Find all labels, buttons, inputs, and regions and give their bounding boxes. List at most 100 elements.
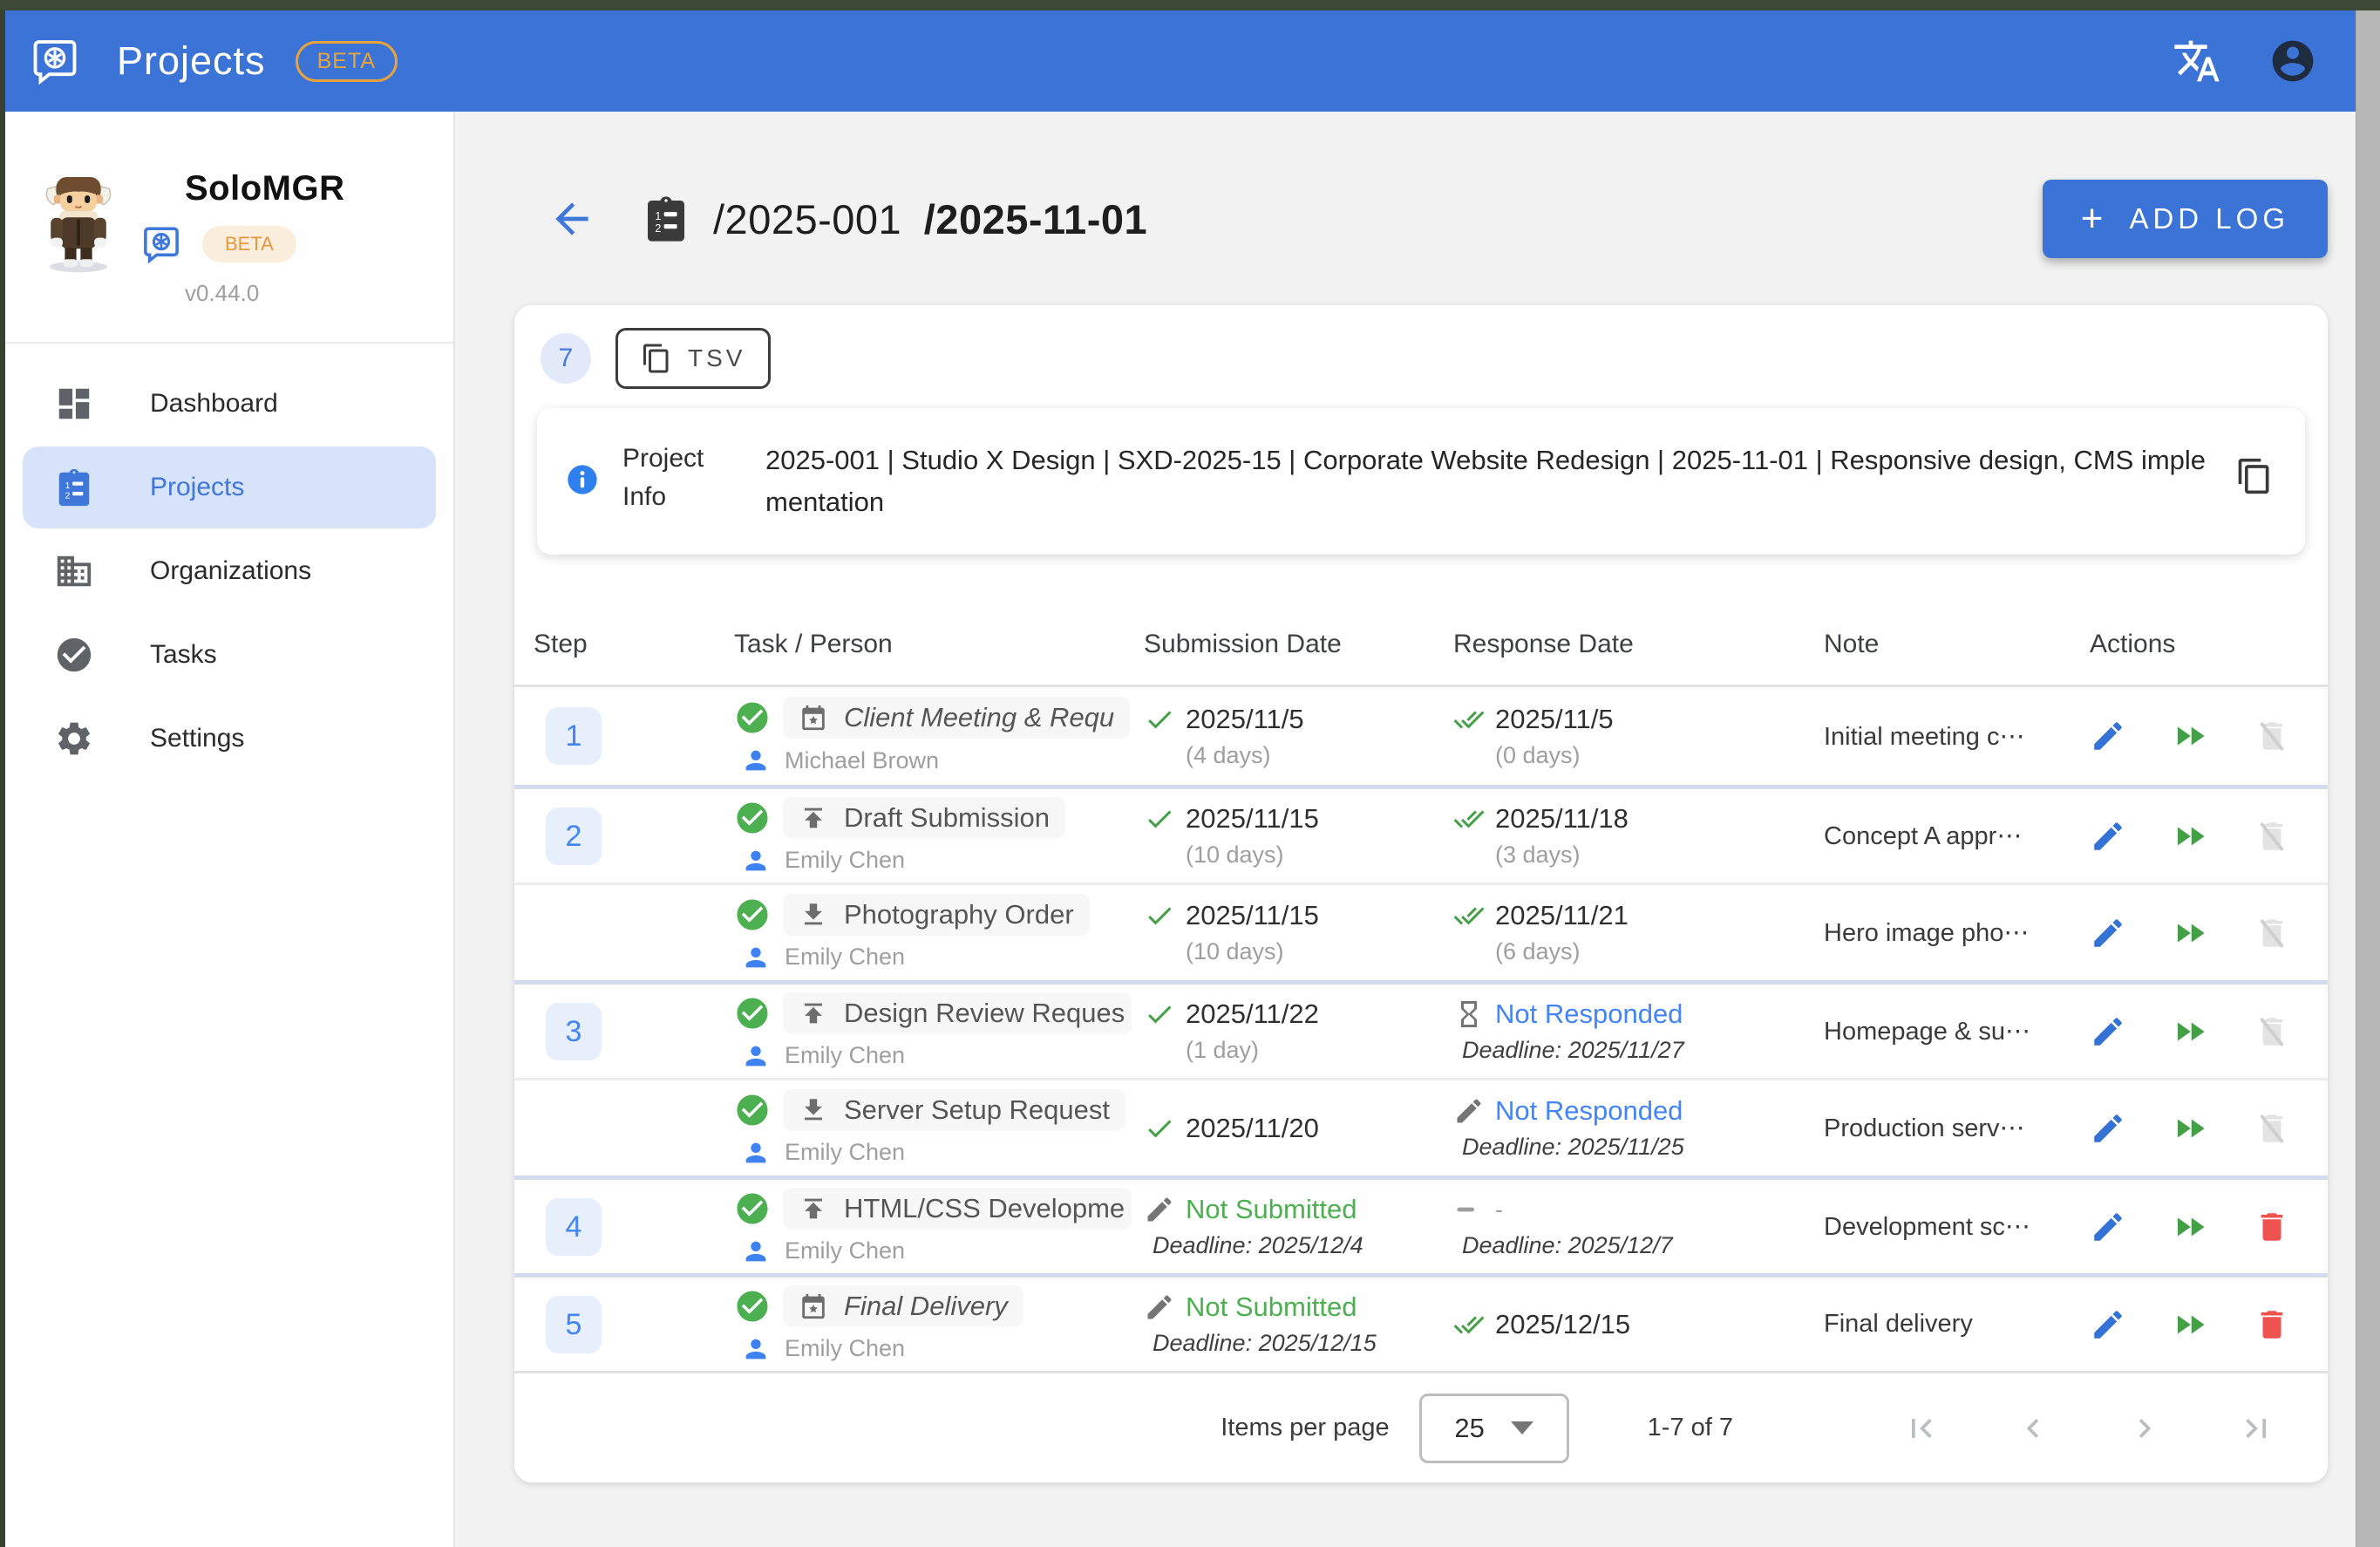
copy-tsv-button[interactable]: TSV — [615, 328, 771, 389]
fast-forward-button[interactable] — [2172, 1209, 2208, 1245]
edit-button[interactable] — [2090, 915, 2126, 951]
status-deadline: Deadline: 2025/12/7 — [1462, 1232, 1824, 1259]
task-complete-icon — [734, 699, 771, 736]
breadcrumb-log: /2025-11-01 — [924, 196, 1147, 242]
last-page-button[interactable] — [2237, 1409, 2275, 1448]
row-count-badge: 7 — [541, 333, 591, 384]
fast-forward-button[interactable] — [2172, 818, 2208, 855]
double-check-icon — [1453, 704, 1485, 735]
svg-text:2: 2 — [655, 222, 661, 235]
edit-button[interactable] — [2090, 1306, 2126, 1343]
submission-cell: Not Submitted Deadline: 2025/12/15 — [1144, 1291, 1453, 1357]
project-info-panel: Project Info 2025-001 | Studio X Design … — [537, 408, 2305, 555]
pencil-status-icon — [1144, 1291, 1175, 1323]
upload-icon — [799, 803, 828, 833]
edit-button[interactable] — [2090, 1013, 2126, 1050]
edit-button[interactable] — [2090, 1110, 2126, 1147]
step-cell: 2 — [534, 808, 734, 865]
task-chip[interactable]: Design Review Reques — [783, 992, 1132, 1034]
fast-forward-button[interactable] — [2172, 1306, 2208, 1343]
window-left-edge — [0, 0, 5, 1547]
note-cell: Initial meeting c⋯ — [1824, 721, 2090, 752]
items-per-page-select[interactable]: 25 — [1419, 1394, 1569, 1463]
breadcrumb-project[interactable]: /2025-001 — [713, 196, 901, 242]
fast-forward-button[interactable] — [2172, 1110, 2208, 1147]
sidebar-item-settings[interactable]: Settings — [23, 698, 436, 780]
response-cell: 2025/11/21 (6 days) — [1453, 900, 1824, 965]
double-check-icon — [1453, 900, 1485, 931]
app-name: SoloMGR — [185, 169, 344, 208]
actions-cell — [2090, 915, 2328, 951]
task-chip[interactable]: HTML/CSS Developme — [783, 1188, 1132, 1230]
task-chip[interactable]: Draft Submission — [783, 797, 1065, 839]
col-step: Step — [534, 630, 734, 659]
page-title: Projects — [117, 38, 266, 84]
table-pagination: Items per page 25 1-7 of 7 — [514, 1371, 2328, 1482]
status-deadline: Deadline: 2025/11/27 — [1462, 1037, 1824, 1064]
task-name: Server Setup Request — [844, 1094, 1110, 1126]
sidebar-item-tasks[interactable]: Tasks — [23, 614, 436, 696]
task-name: Client Meeting & Requ — [844, 702, 1114, 733]
status-date: 2025/11/5 — [1186, 704, 1304, 735]
prev-page-button[interactable] — [2014, 1409, 2052, 1448]
status-days: (10 days) — [1186, 938, 1453, 965]
person-name: Emily Chen — [785, 1335, 905, 1362]
submission-cell: 2025/11/5 (4 days) — [1144, 704, 1453, 769]
task-chip[interactable]: Photography Order — [783, 894, 1090, 936]
status-label: - — [1495, 1196, 1503, 1223]
sidebar-item-dashboard[interactable]: Dashboard — [23, 363, 436, 445]
fast-forward-button[interactable] — [2172, 718, 2208, 754]
pencil-status-icon — [1144, 1194, 1175, 1225]
task-chip[interactable]: Final Delivery — [783, 1285, 1023, 1327]
col-actions: Actions — [2090, 630, 2309, 659]
status-days: (4 days) — [1186, 742, 1453, 769]
check-icon — [1144, 900, 1175, 931]
next-page-button[interactable] — [2125, 1409, 2164, 1448]
copy-project-info-button[interactable] — [2235, 457, 2277, 499]
person-icon — [741, 1237, 771, 1266]
sidebar-item-organizations[interactable]: Organizations — [23, 530, 436, 612]
person-name: Emily Chen — [785, 944, 905, 971]
fast-forward-button[interactable] — [2172, 1013, 2208, 1050]
add-log-button[interactable]: + ADD LOG — [2043, 180, 2328, 258]
fast-forward-button[interactable] — [2172, 915, 2208, 951]
status-days: (0 days) — [1495, 742, 1824, 769]
edit-button[interactable] — [2090, 718, 2126, 754]
actions-cell — [2090, 1013, 2328, 1050]
person-icon — [741, 943, 771, 972]
status-label: Not Submitted — [1186, 1194, 1357, 1225]
delete-button[interactable] — [2254, 1209, 2290, 1245]
window-top-strip — [0, 0, 2380, 10]
dashboard-icon — [54, 384, 94, 424]
account-button[interactable] — [2265, 33, 2321, 89]
chat-bubble-icon — [139, 222, 183, 266]
actions-cell — [2090, 718, 2328, 754]
person-icon — [741, 746, 771, 775]
status-days: (3 days) — [1495, 842, 1824, 869]
status-days: (1 day) — [1186, 1037, 1453, 1064]
sidebar-item-projects[interactable]: 12 Projects — [23, 446, 436, 528]
person-name: Emily Chen — [785, 1042, 905, 1069]
person-name: Emily Chen — [785, 847, 905, 874]
edit-button[interactable] — [2090, 818, 2126, 855]
note-cell: Homepage & su⋯ — [1824, 1016, 2090, 1046]
edit-button[interactable] — [2090, 1209, 2126, 1245]
back-button[interactable] — [547, 194, 596, 243]
double-check-icon — [1453, 1309, 1485, 1340]
sidebar-nav: Dashboard 12 Projects Organizations Task… — [5, 344, 453, 799]
status-label: Not Submitted — [1186, 1291, 1357, 1323]
translate-button[interactable] — [2169, 33, 2225, 89]
task-name: HTML/CSS Developme — [844, 1193, 1125, 1224]
page-scrollbar[interactable] — [2356, 10, 2380, 1547]
calendar-event-icon — [799, 703, 828, 733]
task-chip[interactable]: Client Meeting & Requ — [783, 697, 1130, 739]
task-complete-icon — [734, 1288, 771, 1325]
delete-button[interactable] — [2254, 1306, 2290, 1343]
pencil-status-icon — [1453, 1095, 1485, 1127]
task-complete-icon — [734, 1190, 771, 1227]
task-name: Draft Submission — [844, 802, 1050, 834]
delete-button — [2254, 1013, 2290, 1050]
task-chip[interactable]: Server Setup Request — [783, 1089, 1125, 1131]
first-page-button[interactable] — [1902, 1409, 1941, 1448]
note-cell: Development sc⋯ — [1824, 1211, 2090, 1242]
